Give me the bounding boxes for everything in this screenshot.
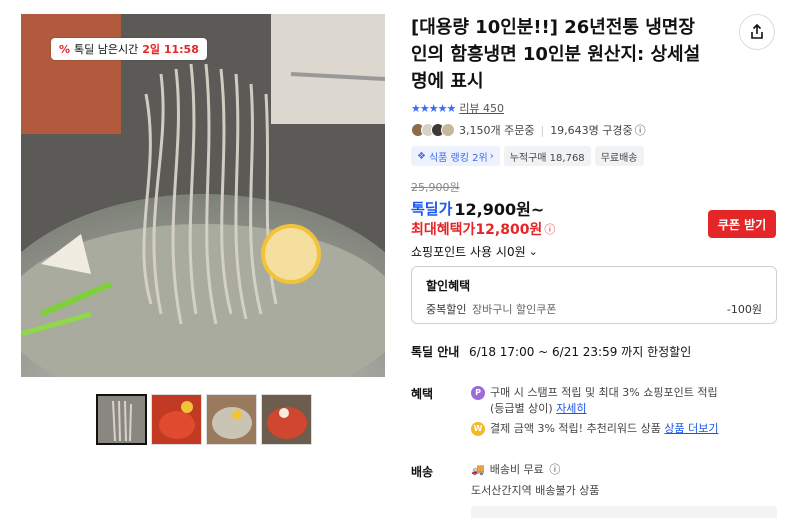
discount-box: 할인혜택 중복할인 장바구니 할인쿠폰 -100원 [411, 266, 777, 324]
chevron-right-icon: › [489, 150, 494, 162]
original-price-row: 25,900원 [411, 179, 460, 195]
thumbnail-strip [96, 394, 312, 445]
info-icon[interactable]: ⓘ [549, 463, 560, 476]
shipping-note: 도서산간지역 배송불가 상품 [471, 484, 600, 497]
deal-price-label: 톡딜가 [411, 199, 453, 218]
max-benefit-label: 최대혜택가 [411, 222, 476, 238]
shipping-fee: 🚚 배송비 무료 ⓘ [471, 463, 561, 476]
max-benefit-row: 최대혜택가 12,800원 ⓘ [411, 219, 555, 239]
shipping-label: 배송 [411, 465, 434, 479]
original-price: 25,900원 [411, 181, 460, 194]
orders-count: 3,150개 주문중 [459, 124, 535, 137]
truck-icon: 🚚 [471, 463, 485, 476]
deal-info-row: 톡딜 안내 6/18 17:00 ~ 6/21 23:59 까지 한정할인 [411, 343, 691, 360]
avatar [441, 123, 455, 137]
review-link[interactable]: 리뷰 450 [459, 100, 504, 116]
deal-timer-value: 2일 11:58 [142, 43, 199, 56]
chevron-down-icon: ⌄ [528, 245, 538, 258]
discount-line: 중복할인 장바구니 할인쿠폰 [426, 303, 557, 316]
product-title: [대용량 10인분!!] 26년전통 냉면장인의 함흥냉면 10인분 원산지: … [411, 17, 701, 92]
product-info: [대용량 10인분!!] 26년전통 냉면장인의 함흥냉면 10인분 원산지: … [411, 14, 777, 95]
ranking-icon: ❖ [417, 150, 426, 162]
thumbnail-2[interactable] [151, 394, 202, 445]
deal-timer-label: 톡딜 남은시간 [74, 43, 139, 56]
deal-timer-icon: % [59, 42, 71, 56]
point-use-label: 쇼핑포인트 사용 시0원 [411, 245, 526, 259]
badge-row: ❖ 식품 랭킹 2위 › 누적구매 18,768 무료배송 [411, 146, 648, 166]
info-icon[interactable]: ⓘ [635, 122, 646, 138]
watchers-count: 19,643명 구경중 [550, 124, 633, 137]
point-use-row[interactable]: 쇼핑포인트 사용 시0원 ⌄ [411, 243, 538, 260]
thumbnail-1[interactable] [96, 394, 147, 445]
deal-info-label: 톡딜 안내 [411, 345, 460, 359]
benefit-line-stamp-sub: (등급별 상이) 자세히 [490, 402, 587, 415]
ranking-chip[interactable]: ❖ 식품 랭킹 2위 › [411, 146, 500, 166]
deal-info-value: 6/18 17:00 ~ 6/21 23:59 까지 한정할인 [469, 345, 692, 359]
info-icon[interactable]: ⓘ [544, 221, 555, 237]
more-products-link[interactable]: 상품 더보기 [664, 422, 718, 435]
rating-stars: ★★★★★ [411, 101, 456, 115]
deal-price: 12,900원~ [454, 200, 545, 219]
benefit-line-reward: W 결제 금액 3% 적립! 추천리워드 상품 상품 더보기 [471, 421, 777, 437]
discount-value: -100원 [726, 303, 762, 316]
benefits-label: 혜택 [411, 387, 434, 401]
buyer-avatars [411, 123, 455, 137]
main-product-image[interactable]: % 톡딜 남은시간 2일 11:58 [21, 14, 385, 377]
divider: | [540, 123, 545, 137]
thumbnail-3[interactable] [206, 394, 257, 445]
activity-row: 3,150개 주문중 | 19,643명 구경중 ⓘ [411, 122, 646, 138]
discount-heading: 할인혜택 [426, 279, 471, 293]
get-coupon-button[interactable]: 쿠폰 받기 [708, 210, 776, 238]
reward-icon: W [471, 422, 485, 436]
details-link[interactable]: 자세히 [556, 402, 586, 415]
rating-row: ★★★★★ 리뷰 450 [411, 100, 504, 116]
point-icon: P [471, 386, 485, 400]
benefit-line-stamp: P 구매 시 스탬프 적립 및 최대 3% 쇼핑포인트 적립 [471, 385, 777, 401]
shipping-option-box [471, 506, 777, 518]
cumulative-purchase-chip: 누적구매 18,768 [503, 146, 591, 166]
max-benefit-price: 12,800원 [475, 222, 543, 238]
free-shipping-chip: 무료배송 [594, 146, 644, 166]
thumbnail-4[interactable] [261, 394, 312, 445]
benefits-list: P 구매 시 스탬프 적립 및 최대 3% 쇼핑포인트 적립 (등급별 상이) 자… [471, 385, 777, 437]
deal-price-row: 톡딜가 12,900원~ [411, 196, 544, 220]
deal-timer-badge: % 톡딜 남은시간 2일 11:58 [51, 38, 207, 60]
